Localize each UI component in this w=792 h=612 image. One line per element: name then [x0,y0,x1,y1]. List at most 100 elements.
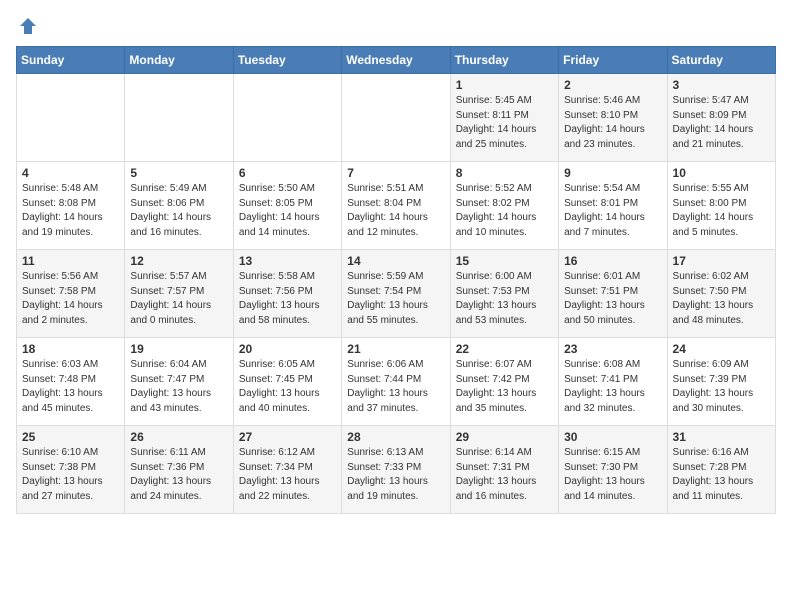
calendar-day-cell: 28 Sunrise: 6:13 AM Sunset: 7:33 PM Dayli… [342,426,450,514]
calendar-day-cell: 14 Sunrise: 5:59 AM Sunset: 7:54 PM Dayli… [342,250,450,338]
calendar-day-cell: 16Sunrise: 6:01 AM Sunset: 7:51 PM Dayli… [559,250,667,338]
day-info: Sunrise: 6:05 AM Sunset: 7:45 PM Dayligh… [239,358,336,416]
day-number: 14 [347,254,444,268]
calendar-day-cell [125,74,233,162]
calendar-day-cell: 25 Sunrise: 6:10 AM Sunset: 7:38 PM Dayli… [17,426,125,514]
day-info: Sunrise: 5:52 AM Sunset: 8:02 PM Dayligh… [456,182,553,240]
day-info: Sunrise: 5:49 AM Sunset: 8:06 PM Dayligh… [130,182,227,240]
logo-icon [18,16,38,36]
calendar-day-cell: 21 Sunrise: 6:06 AM Sunset: 7:44 PM Dayli… [342,338,450,426]
calendar-day-cell: 26Sunrise: 6:11 AM Sunset: 7:36 PM Dayli… [125,426,233,514]
day-number: 25 [22,430,119,444]
page-header [16,16,776,36]
calendar-day-cell: 6 Sunrise: 5:50 AM Sunset: 8:05 PM Daylig… [233,162,341,250]
day-info: Sunrise: 6:13 AM Sunset: 7:33 PM Dayligh… [347,446,444,504]
day-number: 12 [130,254,227,268]
calendar-day-cell: 29 Sunrise: 6:14 AM Sunset: 7:31 PM Dayli… [450,426,558,514]
day-number: 23 [564,342,661,356]
day-number: 5 [130,166,227,180]
day-number: 7 [347,166,444,180]
day-info: Sunrise: 5:54 AM Sunset: 8:01 PM Dayligh… [564,182,661,240]
calendar-day-cell: 23 Sunrise: 6:08 AM Sunset: 7:41 PM Dayli… [559,338,667,426]
day-info: Sunrise: 6:08 AM Sunset: 7:41 PM Dayligh… [564,358,661,416]
calendar-day-cell: 15 Sunrise: 6:00 AM Sunset: 7:53 PM Dayli… [450,250,558,338]
calendar-week-row: 4 Sunrise: 5:48 AM Sunset: 8:08 PM Daylig… [17,162,776,250]
calendar-day-cell: 4 Sunrise: 5:48 AM Sunset: 8:08 PM Daylig… [17,162,125,250]
calendar-day-cell: 7Sunrise: 5:51 AM Sunset: 8:04 PM Daylig… [342,162,450,250]
calendar-day-cell: 24 Sunrise: 6:09 AM Sunset: 7:39 PM Dayli… [667,338,775,426]
calendar-day-cell [17,74,125,162]
day-number: 1 [456,78,553,92]
day-info: Sunrise: 5:45 AM Sunset: 8:11 PM Dayligh… [456,94,553,152]
day-info: Sunrise: 6:02 AM Sunset: 7:50 PM Dayligh… [673,270,770,328]
day-number: 22 [456,342,553,356]
day-info: Sunrise: 6:00 AM Sunset: 7:53 PM Dayligh… [456,270,553,328]
day-info: Sunrise: 5:56 AM Sunset: 7:58 PM Dayligh… [22,270,119,328]
day-info: Sunrise: 6:15 AM Sunset: 7:30 PM Dayligh… [564,446,661,504]
calendar-week-row: 18 Sunrise: 6:03 AM Sunset: 7:48 PM Dayli… [17,338,776,426]
day-number: 17 [673,254,770,268]
day-number: 6 [239,166,336,180]
calendar-table: SundayMondayTuesdayWednesdayThursdayFrid… [16,46,776,514]
day-info: Sunrise: 5:46 AM Sunset: 8:10 PM Dayligh… [564,94,661,152]
day-number: 9 [564,166,661,180]
calendar-day-cell: 27 Sunrise: 6:12 AM Sunset: 7:34 PM Dayli… [233,426,341,514]
calendar-day-cell: 19 Sunrise: 6:04 AM Sunset: 7:47 PM Dayli… [125,338,233,426]
day-number: 27 [239,430,336,444]
calendar-week-row: 11 Sunrise: 5:56 AM Sunset: 7:58 PM Dayli… [17,250,776,338]
day-info: Sunrise: 5:55 AM Sunset: 8:00 PM Dayligh… [673,182,770,240]
day-info: Sunrise: 5:57 AM Sunset: 7:57 PM Dayligh… [130,270,227,328]
calendar-day-cell: 11 Sunrise: 5:56 AM Sunset: 7:58 PM Dayli… [17,250,125,338]
calendar-day-cell: 3Sunrise: 5:47 AM Sunset: 8:09 PM Daylig… [667,74,775,162]
calendar-day-cell: 22Sunrise: 6:07 AM Sunset: 7:42 PM Dayli… [450,338,558,426]
day-info: Sunrise: 6:10 AM Sunset: 7:38 PM Dayligh… [22,446,119,504]
day-info: Sunrise: 6:12 AM Sunset: 7:34 PM Dayligh… [239,446,336,504]
calendar-day-cell: 12 Sunrise: 5:57 AM Sunset: 7:57 PM Dayli… [125,250,233,338]
day-number: 29 [456,430,553,444]
day-number: 24 [673,342,770,356]
day-number: 4 [22,166,119,180]
day-info: Sunrise: 6:04 AM Sunset: 7:47 PM Dayligh… [130,358,227,416]
day-number: 3 [673,78,770,92]
calendar-day-header: Friday [559,47,667,74]
calendar-day-cell [233,74,341,162]
calendar-day-cell: 17 Sunrise: 6:02 AM Sunset: 7:50 PM Dayli… [667,250,775,338]
calendar-day-cell: 18 Sunrise: 6:03 AM Sunset: 7:48 PM Dayli… [17,338,125,426]
day-info: Sunrise: 6:03 AM Sunset: 7:48 PM Dayligh… [22,358,119,416]
calendar-day-cell: 31Sunrise: 6:16 AM Sunset: 7:28 PM Dayli… [667,426,775,514]
calendar-day-cell: 1 Sunrise: 5:45 AM Sunset: 8:11 PM Daylig… [450,74,558,162]
day-number: 28 [347,430,444,444]
calendar-day-cell: 13Sunrise: 5:58 AM Sunset: 7:56 PM Dayli… [233,250,341,338]
day-info: Sunrise: 5:50 AM Sunset: 8:05 PM Dayligh… [239,182,336,240]
calendar-day-header: Tuesday [233,47,341,74]
day-info: Sunrise: 6:09 AM Sunset: 7:39 PM Dayligh… [673,358,770,416]
day-info: Sunrise: 6:06 AM Sunset: 7:44 PM Dayligh… [347,358,444,416]
calendar-day-header: Thursday [450,47,558,74]
calendar-day-header: Sunday [17,47,125,74]
calendar-day-header: Monday [125,47,233,74]
day-info: Sunrise: 6:01 AM Sunset: 7:51 PM Dayligh… [564,270,661,328]
calendar-day-cell: 20 Sunrise: 6:05 AM Sunset: 7:45 PM Dayli… [233,338,341,426]
logo [16,16,40,36]
calendar-day-cell: 10Sunrise: 5:55 AM Sunset: 8:00 PM Dayli… [667,162,775,250]
day-info: Sunrise: 5:59 AM Sunset: 7:54 PM Dayligh… [347,270,444,328]
calendar-header-row: SundayMondayTuesdayWednesdayThursdayFrid… [17,47,776,74]
calendar-day-cell: 5 Sunrise: 5:49 AM Sunset: 8:06 PM Daylig… [125,162,233,250]
day-number: 20 [239,342,336,356]
day-info: Sunrise: 6:14 AM Sunset: 7:31 PM Dayligh… [456,446,553,504]
calendar-day-cell: 8Sunrise: 5:52 AM Sunset: 8:02 PM Daylig… [450,162,558,250]
calendar-week-row: 1 Sunrise: 5:45 AM Sunset: 8:11 PM Daylig… [17,74,776,162]
day-number: 21 [347,342,444,356]
day-number: 15 [456,254,553,268]
day-number: 18 [22,342,119,356]
calendar-day-header: Saturday [667,47,775,74]
calendar-day-cell: 30Sunrise: 6:15 AM Sunset: 7:30 PM Dayli… [559,426,667,514]
calendar-week-row: 25 Sunrise: 6:10 AM Sunset: 7:38 PM Dayli… [17,426,776,514]
day-info: Sunrise: 6:16 AM Sunset: 7:28 PM Dayligh… [673,446,770,504]
day-number: 19 [130,342,227,356]
calendar-day-cell: 9 Sunrise: 5:54 AM Sunset: 8:01 PM Daylig… [559,162,667,250]
day-info: Sunrise: 5:48 AM Sunset: 8:08 PM Dayligh… [22,182,119,240]
day-number: 2 [564,78,661,92]
calendar-day-header: Wednesday [342,47,450,74]
day-number: 11 [22,254,119,268]
